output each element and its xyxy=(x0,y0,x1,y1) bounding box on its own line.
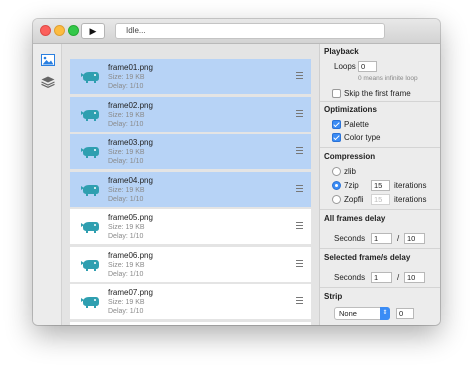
frame-thumbnail-icon xyxy=(81,258,100,271)
images-icon[interactable] xyxy=(41,54,55,66)
frame-row[interactable]: frame01.png Size: 19 KB Delay: 1/10 xyxy=(70,59,311,94)
frame-size: Size: 19 KB xyxy=(108,74,145,81)
divider xyxy=(320,209,440,210)
settings-panel: Playback Loops 0 0 means infinite loop S… xyxy=(319,44,440,325)
loops-field[interactable]: 0 xyxy=(358,61,377,72)
play-button[interactable]: ▶ xyxy=(81,23,105,39)
all-delay-slash: / xyxy=(397,234,400,243)
frame-thumbnail-icon xyxy=(81,220,100,233)
playback-title: Playback xyxy=(324,47,359,56)
frame-delay: Delay: 1/10 xyxy=(108,83,144,90)
all-delay-numerator-field[interactable]: 1 xyxy=(371,233,392,244)
frame-row[interactable]: frame07.png Size: 19 KB Delay: 1/10 xyxy=(70,284,311,319)
strip-field[interactable]: 0 xyxy=(396,308,414,319)
frame-filename: frame06.png xyxy=(108,250,153,260)
sevenzip-iterations-field[interactable]: 15 xyxy=(371,180,390,191)
frame-size: Size: 19 KB xyxy=(108,111,145,119)
sevenzip-label: 7zip xyxy=(344,181,359,190)
selected-delay-slash: / xyxy=(397,273,400,282)
frame-size: Size: 19 KB xyxy=(108,261,145,269)
loops-note: 0 means infinite loop xyxy=(358,75,418,82)
drag-handle-icon[interactable] xyxy=(296,72,303,79)
drag-handle-icon[interactable] xyxy=(296,259,303,267)
sevenzip-radio[interactable] xyxy=(332,181,341,190)
palette-label: Palette xyxy=(344,120,369,129)
divider xyxy=(320,101,440,102)
play-icon: ▶ xyxy=(89,25,97,36)
all-delay-denominator-field[interactable]: 10 xyxy=(404,233,425,244)
frame-thumbnail-icon xyxy=(81,145,100,158)
frame-row[interactable]: frame08.png xyxy=(70,321,311,325)
zlib-label: zlib xyxy=(344,167,357,176)
strip-select-value: None xyxy=(339,309,357,318)
drag-handle-icon[interactable] xyxy=(296,109,303,117)
color-type-label: Color type xyxy=(344,133,381,142)
frame-filename: frame04.png xyxy=(108,175,153,185)
frame-filename: frame03.png xyxy=(108,138,153,147)
sevenzip-iterations-label: iterations xyxy=(394,181,427,190)
skip-first-frame-checkbox[interactable] xyxy=(332,89,341,98)
color-type-checkbox[interactable] xyxy=(332,133,341,142)
zopfli-iterations-label: iterations xyxy=(394,195,427,204)
selected-delay-numerator-field[interactable]: 1 xyxy=(371,272,392,283)
frame-row[interactable]: frame06.png Size: 19 KB Delay: 1/10 xyxy=(70,246,311,282)
frame-thumbnail-icon xyxy=(81,183,100,196)
frame-delay: Delay: 1/10 xyxy=(108,195,144,203)
frame-filename: frame02.png xyxy=(108,100,153,110)
drag-handle-icon[interactable] xyxy=(296,297,303,304)
skip-first-frame-label: Skip the first frame xyxy=(344,89,411,98)
zoom-window-button[interactable] xyxy=(68,25,79,36)
zlib-radio[interactable] xyxy=(332,167,341,176)
frame-delay: Delay: 1/10 xyxy=(108,158,144,165)
zopfli-iterations-field[interactable]: 15 xyxy=(371,194,390,205)
frame-filename: frame07.png xyxy=(108,288,153,297)
frame-thumbnail-icon xyxy=(81,70,100,83)
frame-delay: Delay: 1/10 xyxy=(108,233,144,240)
sidebar xyxy=(33,44,62,325)
minimize-window-button[interactable] xyxy=(54,25,65,36)
drag-handle-icon[interactable] xyxy=(296,147,303,154)
frame-filename: frame01.png xyxy=(108,63,153,72)
all-frames-delay-title: All frames delay xyxy=(324,214,386,223)
palette-checkbox[interactable] xyxy=(332,120,341,129)
frame-row[interactable]: frame02.png Size: 19 KB Delay: 1/10 xyxy=(70,96,311,132)
app-window: ▶ Idle... frame01.png Size: 19 KB Delay: 1… xyxy=(33,19,440,325)
strip-select[interactable]: None ⇕ xyxy=(334,307,390,320)
zopfli-label: Zopfli xyxy=(344,195,364,204)
frame-row[interactable]: frame03.png Size: 19 KB Delay: 1/10 xyxy=(70,134,311,169)
frame-size: Size: 19 KB xyxy=(108,186,145,194)
divider xyxy=(320,287,440,288)
layers-icon[interactable] xyxy=(41,76,55,88)
strip-title: Strip xyxy=(324,292,343,301)
frame-size: Size: 19 KB xyxy=(108,224,145,231)
all-delay-seconds-label: Seconds xyxy=(334,234,366,243)
selected-delay-seconds-label: Seconds xyxy=(334,273,366,282)
frame-filename: frame05.png xyxy=(108,213,153,222)
frame-thumbnail-icon xyxy=(81,108,100,121)
toolbar: ▶ Idle... xyxy=(33,19,440,44)
frame-thumbnail-icon xyxy=(81,295,100,308)
optimizations-title: Optimizations xyxy=(324,105,377,114)
frame-delay: Delay: 1/10 xyxy=(108,270,144,278)
frame-size: Size: 19 KB xyxy=(108,299,145,306)
frame-list[interactable]: frame01.png Size: 19 KB Delay: 1/10 frame02… xyxy=(62,44,319,325)
frame-row[interactable]: frame04.png Size: 19 KB Delay: 1/10 xyxy=(70,171,311,207)
drag-handle-icon[interactable] xyxy=(296,222,303,229)
frame-delay: Delay: 1/10 xyxy=(108,120,144,128)
zopfli-radio[interactable] xyxy=(332,195,341,204)
divider xyxy=(320,248,440,249)
frame-delay: Delay: 1/10 xyxy=(108,308,144,315)
drag-handle-icon[interactable] xyxy=(296,184,303,192)
divider xyxy=(320,147,440,148)
status-field: Idle... xyxy=(115,23,385,39)
selected-delay-denominator-field[interactable]: 10 xyxy=(404,272,425,283)
frame-row[interactable]: frame05.png Size: 19 KB Delay: 1/10 xyxy=(70,209,311,244)
close-window-button[interactable] xyxy=(40,25,51,36)
compression-title: Compression xyxy=(324,152,376,161)
frame-size: Size: 19 KB xyxy=(108,149,145,156)
loops-label: Loops xyxy=(334,62,356,71)
selected-frames-delay-title: Selected frame/s delay xyxy=(324,253,411,262)
chevron-updown-icon: ⇕ xyxy=(380,307,390,320)
